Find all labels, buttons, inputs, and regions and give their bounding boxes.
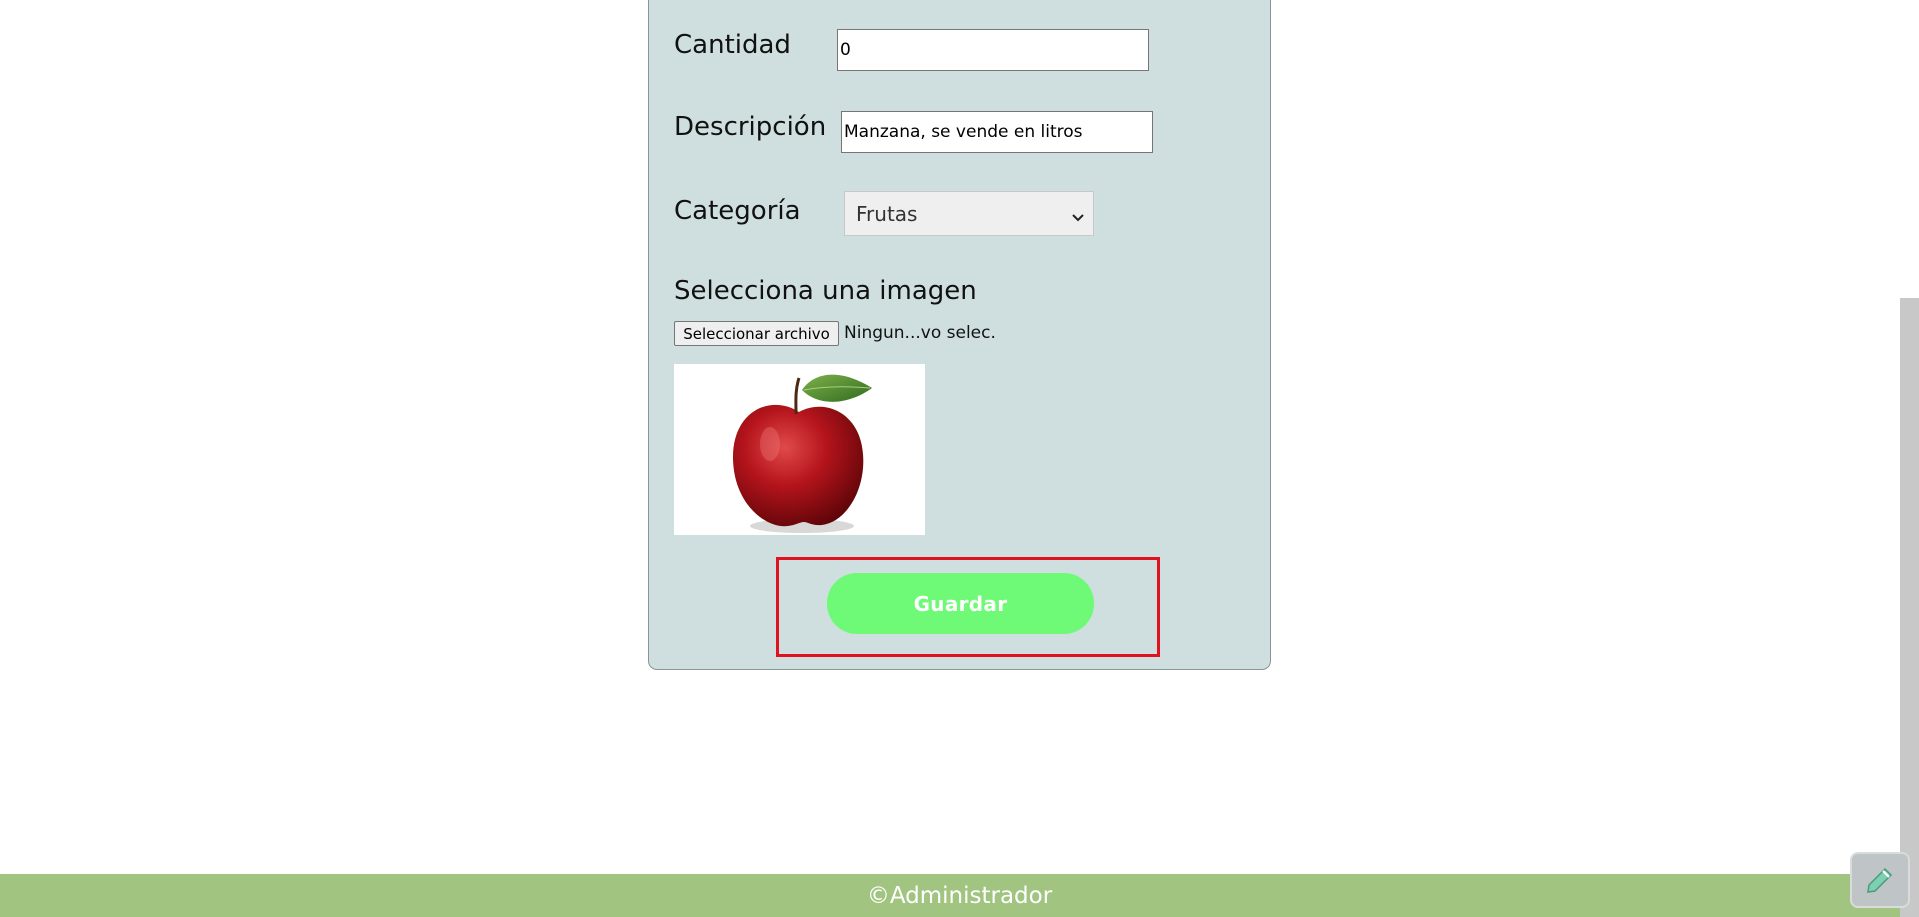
imagen-label: Selecciona una imagen bbox=[674, 276, 977, 306]
apple-image bbox=[732, 374, 872, 533]
descripcion-input[interactable] bbox=[841, 111, 1153, 153]
descripcion-label: Descripción bbox=[674, 112, 827, 142]
footer-copyright: ©Administrador bbox=[866, 882, 1053, 909]
categoria-select[interactable]: Frutas bbox=[844, 191, 1094, 236]
file-status-text: Ningun...vo selec. bbox=[844, 323, 996, 343]
floating-widget-button[interactable] bbox=[1850, 852, 1910, 908]
product-image-preview bbox=[674, 364, 925, 535]
chevron-down-icon bbox=[1071, 206, 1085, 230]
pencil-icon bbox=[1863, 861, 1897, 899]
cantidad-label: Cantidad bbox=[674, 30, 791, 60]
cantidad-input[interactable] bbox=[837, 29, 1149, 71]
footer: ©Administrador bbox=[0, 874, 1919, 917]
categoria-selected-value: Frutas bbox=[856, 201, 918, 226]
categoria-label: Categoría bbox=[674, 196, 801, 226]
file-select-button[interactable]: Seleccionar archivo bbox=[674, 321, 839, 346]
scrollbar[interactable] bbox=[1900, 298, 1919, 917]
save-button[interactable]: Guardar bbox=[827, 573, 1094, 634]
